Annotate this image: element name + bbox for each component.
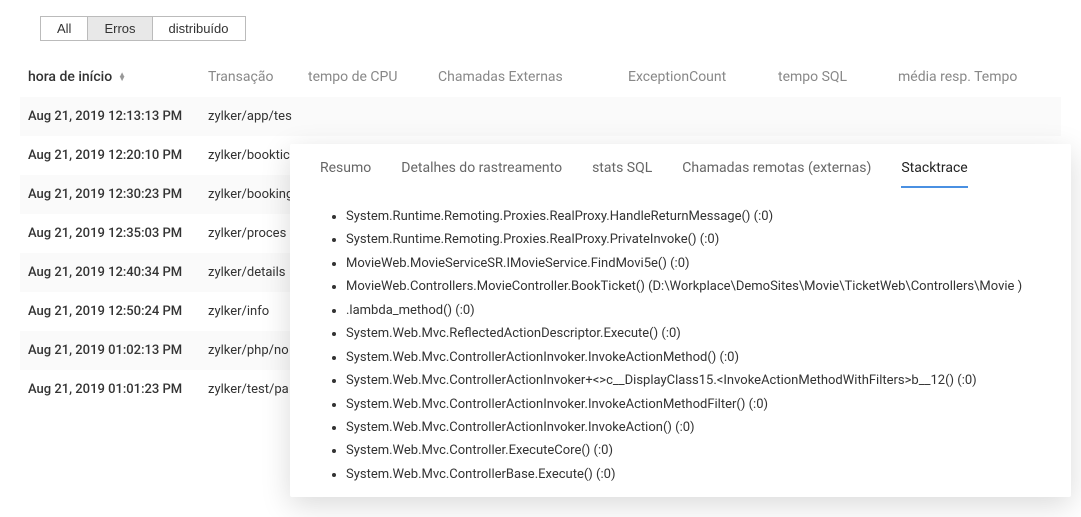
cell-start-time: Aug 21, 2019 12:40:34 PM xyxy=(28,265,208,280)
col-external[interactable]: Chamadas Externas xyxy=(438,69,628,85)
col-transaction[interactable]: Transação xyxy=(208,69,308,85)
stacktrace-line: MovieWeb.Controllers.MovieController.Boo… xyxy=(346,276,1051,297)
stacktrace-line: System.Web.Mvc.ControllerActionInvoker.I… xyxy=(346,394,1051,415)
stacktrace-line: System.Web.Mvc.Controller.ExecuteCore() … xyxy=(346,440,1051,461)
cell-start-time: Aug 21, 2019 12:30:23 PM xyxy=(28,187,208,202)
stacktrace-line: System.Web.Mvc.ControllerActionInvoker.I… xyxy=(346,347,1051,368)
col-sql[interactable]: tempo SQL xyxy=(778,69,898,85)
table-header: hora de início ▲▼ Transação tempo de CPU… xyxy=(20,51,1061,97)
popover-tabs: Resumo Detalhes do rastreamento stats SQ… xyxy=(290,144,1071,188)
filter-errors-button[interactable]: Erros xyxy=(87,16,152,41)
stacktrace-line: System.Runtime.Remoting.Proxies.RealProx… xyxy=(346,206,1051,227)
cell-start-time: Aug 21, 2019 12:20:10 PM xyxy=(28,148,208,163)
stacktrace-line: System.Runtime.Remoting.Proxies.RealProx… xyxy=(346,229,1051,250)
tab-sql-stats[interactable]: stats SQL xyxy=(592,160,652,188)
col-avg[interactable]: média resp. Tempo xyxy=(898,69,1058,85)
stacktrace-list: System.Runtime.Remoting.Proxies.RealProx… xyxy=(290,188,1071,497)
cell-start-time: Aug 21, 2019 12:35:03 PM xyxy=(28,226,208,241)
filter-bar: All Erros distribuído xyxy=(0,0,1081,51)
cell-start-time: Aug 21, 2019 12:13:13 PM xyxy=(28,109,208,124)
tab-remote-calls[interactable]: Chamadas remotas (externas) xyxy=(682,160,871,188)
cell-start-time: Aug 21, 2019 01:02:13 PM xyxy=(28,343,208,358)
stacktrace-line: MovieWeb.MovieServiceSR.IMovieService.Fi… xyxy=(346,253,1051,274)
cell-start-time: Aug 21, 2019 01:01:23 PM xyxy=(28,382,208,397)
cell-start-time: Aug 21, 2019 12:50:24 PM xyxy=(28,304,208,319)
cell-transaction: zylker/app/tes xyxy=(208,109,808,124)
filter-distributed-button[interactable]: distribuído xyxy=(152,16,246,41)
stacktrace-line: System.Web.Mvc.ControllerActionInvoker.I… xyxy=(346,417,1051,438)
filter-all-button[interactable]: All xyxy=(40,16,88,41)
stacktrace-line: System.Web.Mvc.ControllerBase.Execute() … xyxy=(346,464,1051,485)
table-row[interactable]: Aug 21, 2019 12:13:13 PMzylker/app/tes xyxy=(20,97,1061,136)
trace-popover: Resumo Detalhes do rastreamento stats SQ… xyxy=(290,144,1071,497)
col-start-time[interactable]: hora de início ▲▼ xyxy=(28,69,208,85)
col-exception[interactable]: ExceptionCount xyxy=(628,69,778,85)
col-cpu[interactable]: tempo de CPU xyxy=(308,69,438,85)
tab-trace-details[interactable]: Detalhes do rastreamento xyxy=(401,160,562,188)
stacktrace-line: .lambda_method() (:0) xyxy=(346,300,1051,321)
stacktrace-line: System.Web.Mvc.ReflectedActionDescriptor… xyxy=(346,323,1051,344)
col-start-label: hora de início xyxy=(28,69,112,85)
sort-icon: ▲▼ xyxy=(118,73,126,81)
tab-summary[interactable]: Resumo xyxy=(320,160,371,188)
stacktrace-line: System.Web.Mvc.ControllerActionInvoker+<… xyxy=(346,370,1051,391)
tab-stacktrace[interactable]: Stacktrace xyxy=(901,160,967,188)
